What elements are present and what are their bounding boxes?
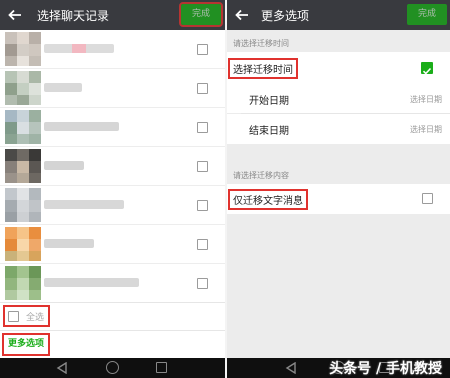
nav-back-icon[interactable] [56,362,68,374]
section-label-time: 请选择迁移时间 [233,39,289,48]
chat-list-item[interactable] [0,147,225,186]
page-title: 更多选项 [261,9,310,23]
chat-checkbox[interactable] [197,278,208,289]
chat-checkbox[interactable] [197,161,208,172]
back-arrow-icon[interactable] [6,6,24,24]
top-bar: 选择聊天记录 完成 [0,0,225,30]
avatar [5,32,41,66]
avatar [5,188,41,222]
select-all-label: 全选 [26,313,45,323]
chat-checkbox[interactable] [197,200,208,211]
text-only-row[interactable]: 仅迁移文字消息 [227,184,450,214]
avatar [5,266,41,300]
back-arrow-icon[interactable] [233,6,251,24]
chat-checkbox[interactable] [197,83,208,94]
more-options-bar: 更多选项 [0,330,225,358]
nav-home-icon[interactable] [106,361,119,374]
chat-list-item[interactable] [0,264,225,303]
avatar [5,227,41,261]
chat-list-item[interactable] [0,225,225,264]
chat-name-blurred [44,161,84,170]
nav-back-icon[interactable] [285,362,297,374]
select-all-bar: 全选 [0,302,225,329]
top-bar: 更多选项 完成 [227,0,450,30]
end-date-row[interactable]: 结束日期 选择日期 [227,114,450,144]
start-date-row[interactable]: 开始日期 选择日期 [227,85,450,113]
select-time-checkbox-checked[interactable] [421,62,433,75]
chat-list-item[interactable] [0,186,225,225]
chat-list-item[interactable] [0,108,225,147]
android-nav-bar [0,358,225,378]
check-icon [422,67,432,75]
start-date-label: 开始日期 [249,96,289,107]
section-label-content: 请选择迁移内容 [233,171,289,180]
text-only-label: 仅迁移文字消息 [228,189,308,210]
avatar [5,110,41,144]
start-date-value: 选择日期 [410,95,442,104]
chat-name-blurred [44,200,124,209]
end-date-label: 结束日期 [249,126,289,137]
chat-list-item[interactable] [0,30,225,69]
done-button[interactable]: 完成 [407,4,447,25]
nav-recent-apps-icon[interactable] [156,362,167,373]
chat-name-blurred [44,122,119,131]
select-all-toggle[interactable]: 全选 [3,305,50,327]
chat-name-blurred [44,239,94,248]
avatar [5,149,41,183]
done-button[interactable]: 完成 [179,2,223,27]
watermark-text: 头条号 / 手机教授 [329,361,442,377]
select-time-label: 选择迁移时间 [228,58,298,79]
chat-list-item[interactable] [0,69,225,108]
chat-checkbox[interactable] [197,44,208,55]
more-options-button[interactable]: 更多选项 [2,333,50,356]
chat-name-blurred [44,83,82,92]
chat-name-blurred [44,278,139,287]
page-title: 选择聊天记录 [37,9,110,23]
end-date-value: 选择日期 [410,125,442,134]
select-time-row[interactable]: 选择迁移时间 [227,52,450,85]
more-options-screen: 更多选项 完成 请选择迁移时间 选择迁移时间 开始日期 选择日期 结束日期 选择… [227,0,450,378]
chat-checkbox[interactable] [197,239,208,250]
text-only-checkbox[interactable] [422,193,433,204]
select-all-checkbox[interactable] [8,311,19,322]
chat-checkbox[interactable] [197,122,208,133]
chat-name-blurred [44,44,114,53]
select-chat-history-screen: 选择聊天记录 完成 全选 更多选项 [0,0,225,378]
avatar [5,71,41,105]
